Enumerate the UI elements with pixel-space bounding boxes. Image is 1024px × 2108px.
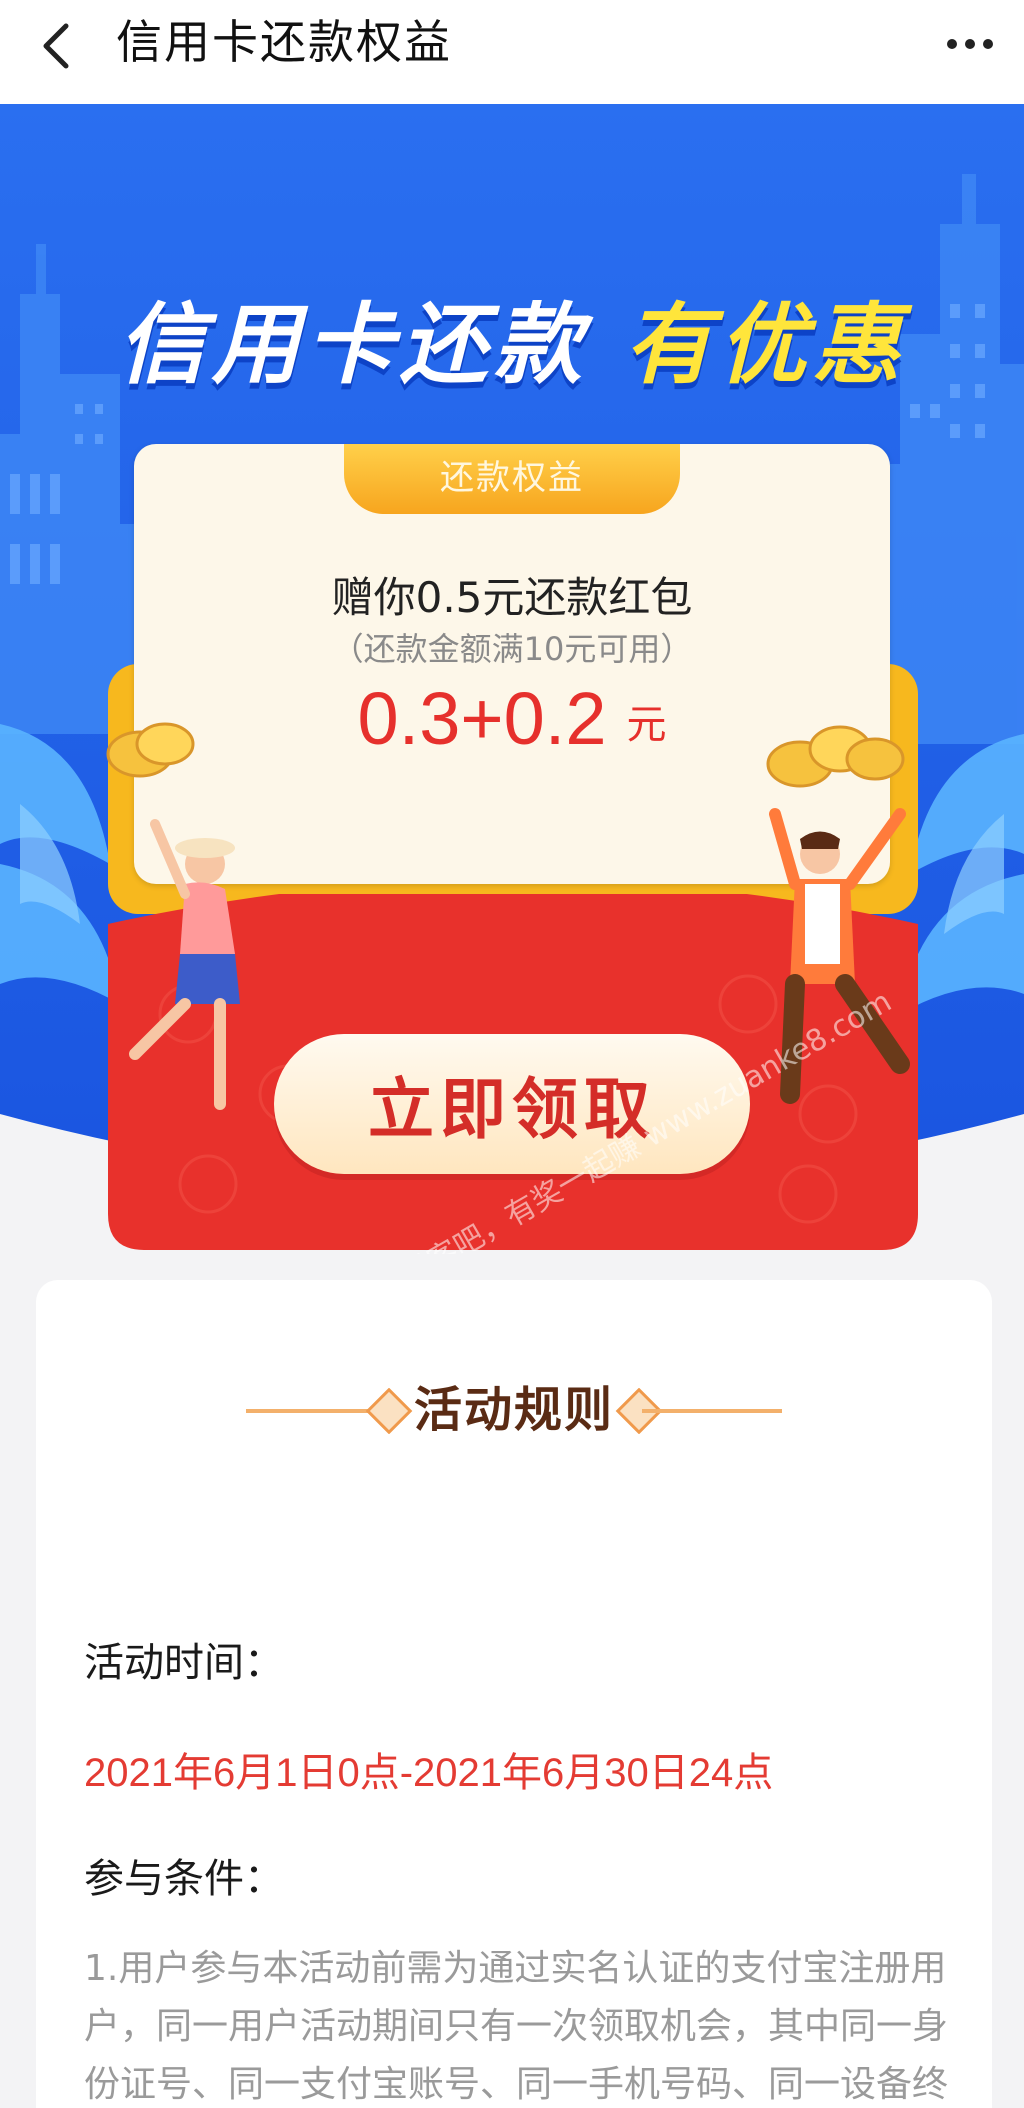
top-nav-bar: 信用卡还款权益 [0, 0, 1024, 104]
activity-time-value: 2021年6月1日0点-2021年6月30日24点 [84, 1751, 774, 1795]
rules-header: 活动规则 [36, 1370, 992, 1450]
coupon-description: 赠你0.5元还款红包 [331, 573, 693, 622]
back-arrow-icon[interactable] [36, 18, 80, 74]
coupon-amount-value: 0.3+0.2 [357, 677, 607, 760]
participation-rule-text: 1.用户参与本活动前需为通过实名认证的支付宝注册用户，同一用户活动期间只有一次领… [84, 1948, 949, 2105]
right-decoration-icon [615, 1388, 782, 1434]
coupon-amount-unit: 元 [626, 703, 667, 747]
card-tab-label: 还款权益 [344, 444, 680, 514]
woman-with-phone-illustration [129, 819, 240, 1110]
more-options-icon[interactable] [942, 22, 998, 66]
activity-rules-card: 活动规则 活动时间： 2021年6月1日0点-2021年6月30日24点 参与条… [36, 1280, 992, 2108]
headline-white: 信用卡还款 [117, 293, 588, 396]
activity-time-label: 活动时间： [84, 1640, 284, 1686]
coin-stack-left-icon [106, 722, 195, 778]
hero-banner: 信用卡还款 有优惠 还款权益 赠你0.5元还款红包 （还款金额满10元可用） 0… [0, 104, 1024, 1254]
page-title: 信用卡还款权益 [116, 15, 452, 69]
coin-stack-right-icon [766, 725, 905, 788]
coupon-condition: （还款金额满10元可用） [331, 630, 693, 668]
headline-yellow: 有优惠 [624, 293, 907, 396]
headline: 信用卡还款 有优惠 [0, 274, 1024, 401]
rules-title: 活动规则 [413, 1382, 614, 1438]
participation-label: 参与条件： [84, 1856, 284, 1902]
